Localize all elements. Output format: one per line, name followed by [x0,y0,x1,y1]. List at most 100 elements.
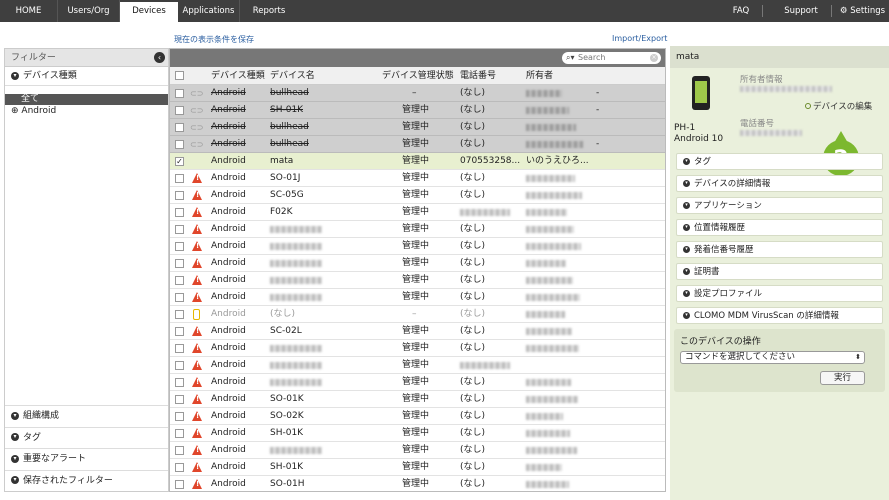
device-name[interactable]: SO-01H [270,476,305,491]
row-checkbox[interactable] [175,174,184,183]
col-owner[interactable]: 所有者 [526,67,553,85]
device-name[interactable]: (なし) [270,306,295,323]
table-row[interactable]: ⊂⊃ Android bullhead – (なし) - [170,85,665,102]
table-row[interactable]: Android (なし) – (なし) [170,306,665,323]
col-device-type[interactable]: デバイス種類 [211,67,265,85]
device-name[interactable]: F02K [270,204,293,221]
row-checkbox[interactable] [175,191,184,200]
detail-section[interactable]: ▾ タグ [676,153,883,170]
device-name-blurred[interactable] [270,294,322,301]
table-row[interactable]: Android SO-01H 管理中 (なし) [170,476,665,491]
table-row[interactable]: Android SH-01K 管理中 (なし) [170,459,665,476]
table-row[interactable]: Android SC-05G 管理中 (なし) [170,187,665,204]
clear-icon[interactable]: × [650,54,658,62]
run-button[interactable]: 実行 [820,371,865,385]
col-phone[interactable]: 電話番号 [460,67,496,85]
table-row[interactable]: Android SH-01K 管理中 (なし) [170,425,665,442]
col-state[interactable]: デバイス管理状態 [382,67,454,85]
table-row[interactable]: Android 管理中 (なし) [170,340,665,357]
col-device-name[interactable]: デバイス名 [270,67,315,85]
device-name-blurred[interactable] [270,277,322,284]
table-row[interactable]: Android 管理中 (なし) [170,272,665,289]
row-checkbox[interactable] [175,293,184,302]
row-checkbox[interactable] [175,412,184,421]
support-link[interactable]: Support [772,0,830,22]
edit-device-link[interactable]: デバイスの編集 [805,100,872,112]
table-row[interactable]: Android SC-02L 管理中 (なし) [170,323,665,340]
filter-alerts[interactable]: ▾ 重要なアラート [5,448,168,470]
device-name[interactable]: SH-01K [270,102,303,119]
device-name[interactable]: SO-02K [270,408,304,425]
row-checkbox[interactable] [175,395,184,404]
tab-applications[interactable]: Applications [178,0,240,22]
tab-users-org[interactable]: Users/Org [58,0,120,22]
device-name-blurred[interactable] [270,379,322,386]
detail-section[interactable]: ▾ アプリケーション [676,197,883,214]
device-name[interactable]: SH-01K [270,425,303,442]
filter-org[interactable]: ▾ 組織構成 [5,405,168,427]
filter-saved[interactable]: ▾ 保存されたフィルター [5,469,168,492]
table-row[interactable]: Android 管理中 (なし) [170,221,665,238]
filter-all[interactable]: 全て [5,94,168,105]
faq-link[interactable]: FAQ [720,0,762,22]
select-all-checkbox[interactable] [175,71,184,80]
device-name[interactable]: mata [270,153,293,170]
row-checkbox[interactable] [175,480,184,489]
row-checkbox[interactable] [175,242,184,251]
table-row[interactable]: Android 管理中 (なし) [170,374,665,391]
row-checkbox[interactable] [175,344,184,353]
filter-android[interactable]: ⊕ Android [5,105,168,117]
table-row[interactable]: Android SO-01J 管理中 (なし) [170,170,665,187]
table-row[interactable]: ⊂⊃ Android bullhead 管理中 (なし) [170,119,665,136]
row-checkbox[interactable]: ✓ [175,157,184,166]
device-name[interactable]: bullhead [270,85,309,102]
table-row[interactable]: ✓ Android mata 管理中 070553258... いのうえひろ... [170,153,665,170]
detail-section[interactable]: ▾ 証明書 [676,263,883,280]
row-checkbox[interactable] [175,446,184,455]
detail-section[interactable]: ▾ 設定プロファイル [676,285,883,302]
detail-section[interactable]: ▾ 発着信番号履歴 [676,241,883,258]
row-checkbox[interactable] [175,378,184,387]
row-checkbox[interactable] [175,276,184,285]
row-checkbox[interactable] [175,310,184,319]
device-name[interactable]: SO-01J [270,170,300,187]
detail-section[interactable]: ▾ デバイスの詳細情報 [676,175,883,192]
row-checkbox[interactable] [175,123,184,132]
table-row[interactable]: Android 管理中 (なし) [170,255,665,272]
row-checkbox[interactable] [175,429,184,438]
device-name-blurred[interactable] [270,260,322,267]
tab-reports[interactable]: Reports [240,0,298,22]
device-name[interactable]: SC-05G [270,187,304,204]
row-checkbox[interactable] [175,259,184,268]
device-name-blurred[interactable] [270,345,322,352]
settings-link[interactable]: ⚙ Settings [836,0,889,22]
table-row[interactable]: Android SO-01K 管理中 (なし) [170,391,665,408]
command-select[interactable]: コマンドを選択してください ⬍ [680,351,865,364]
filter-tag[interactable]: ▾ タグ [5,426,168,449]
device-name-blurred[interactable] [270,226,322,233]
device-name[interactable]: bullhead [270,136,309,153]
device-name[interactable]: SH-01K [270,459,303,476]
row-checkbox[interactable] [175,327,184,336]
table-row[interactable]: Android 管理中 (なし) [170,289,665,306]
filter-device-type[interactable]: ▾ デバイス種類 [5,67,168,86]
search-input[interactable]: ⌕▾ Search × [562,52,661,64]
row-checkbox[interactable] [175,208,184,217]
row-checkbox[interactable] [175,106,184,115]
row-checkbox[interactable] [175,361,184,370]
table-row[interactable]: Android 管理中 [170,357,665,374]
detail-section[interactable]: ▾ 位置情報履歴 [676,219,883,236]
table-row[interactable]: ⊂⊃ Android SH-01K 管理中 (なし) - [170,102,665,119]
table-row[interactable]: ⊂⊃ Android bullhead 管理中 (なし) - [170,136,665,153]
row-checkbox[interactable] [175,89,184,98]
table-row[interactable]: Android F02K 管理中 [170,204,665,221]
device-name-blurred[interactable] [270,447,322,454]
row-checkbox[interactable] [175,225,184,234]
tab-devices[interactable]: Devices [120,2,178,22]
table-row[interactable]: Android 管理中 (なし) [170,442,665,459]
device-name[interactable]: bullhead [270,119,309,136]
import-export-link[interactable]: Import/Export [612,34,667,43]
device-name-blurred[interactable] [270,243,322,250]
table-row[interactable]: Android 管理中 (なし) [170,238,665,255]
device-name[interactable]: SC-02L [270,323,302,340]
